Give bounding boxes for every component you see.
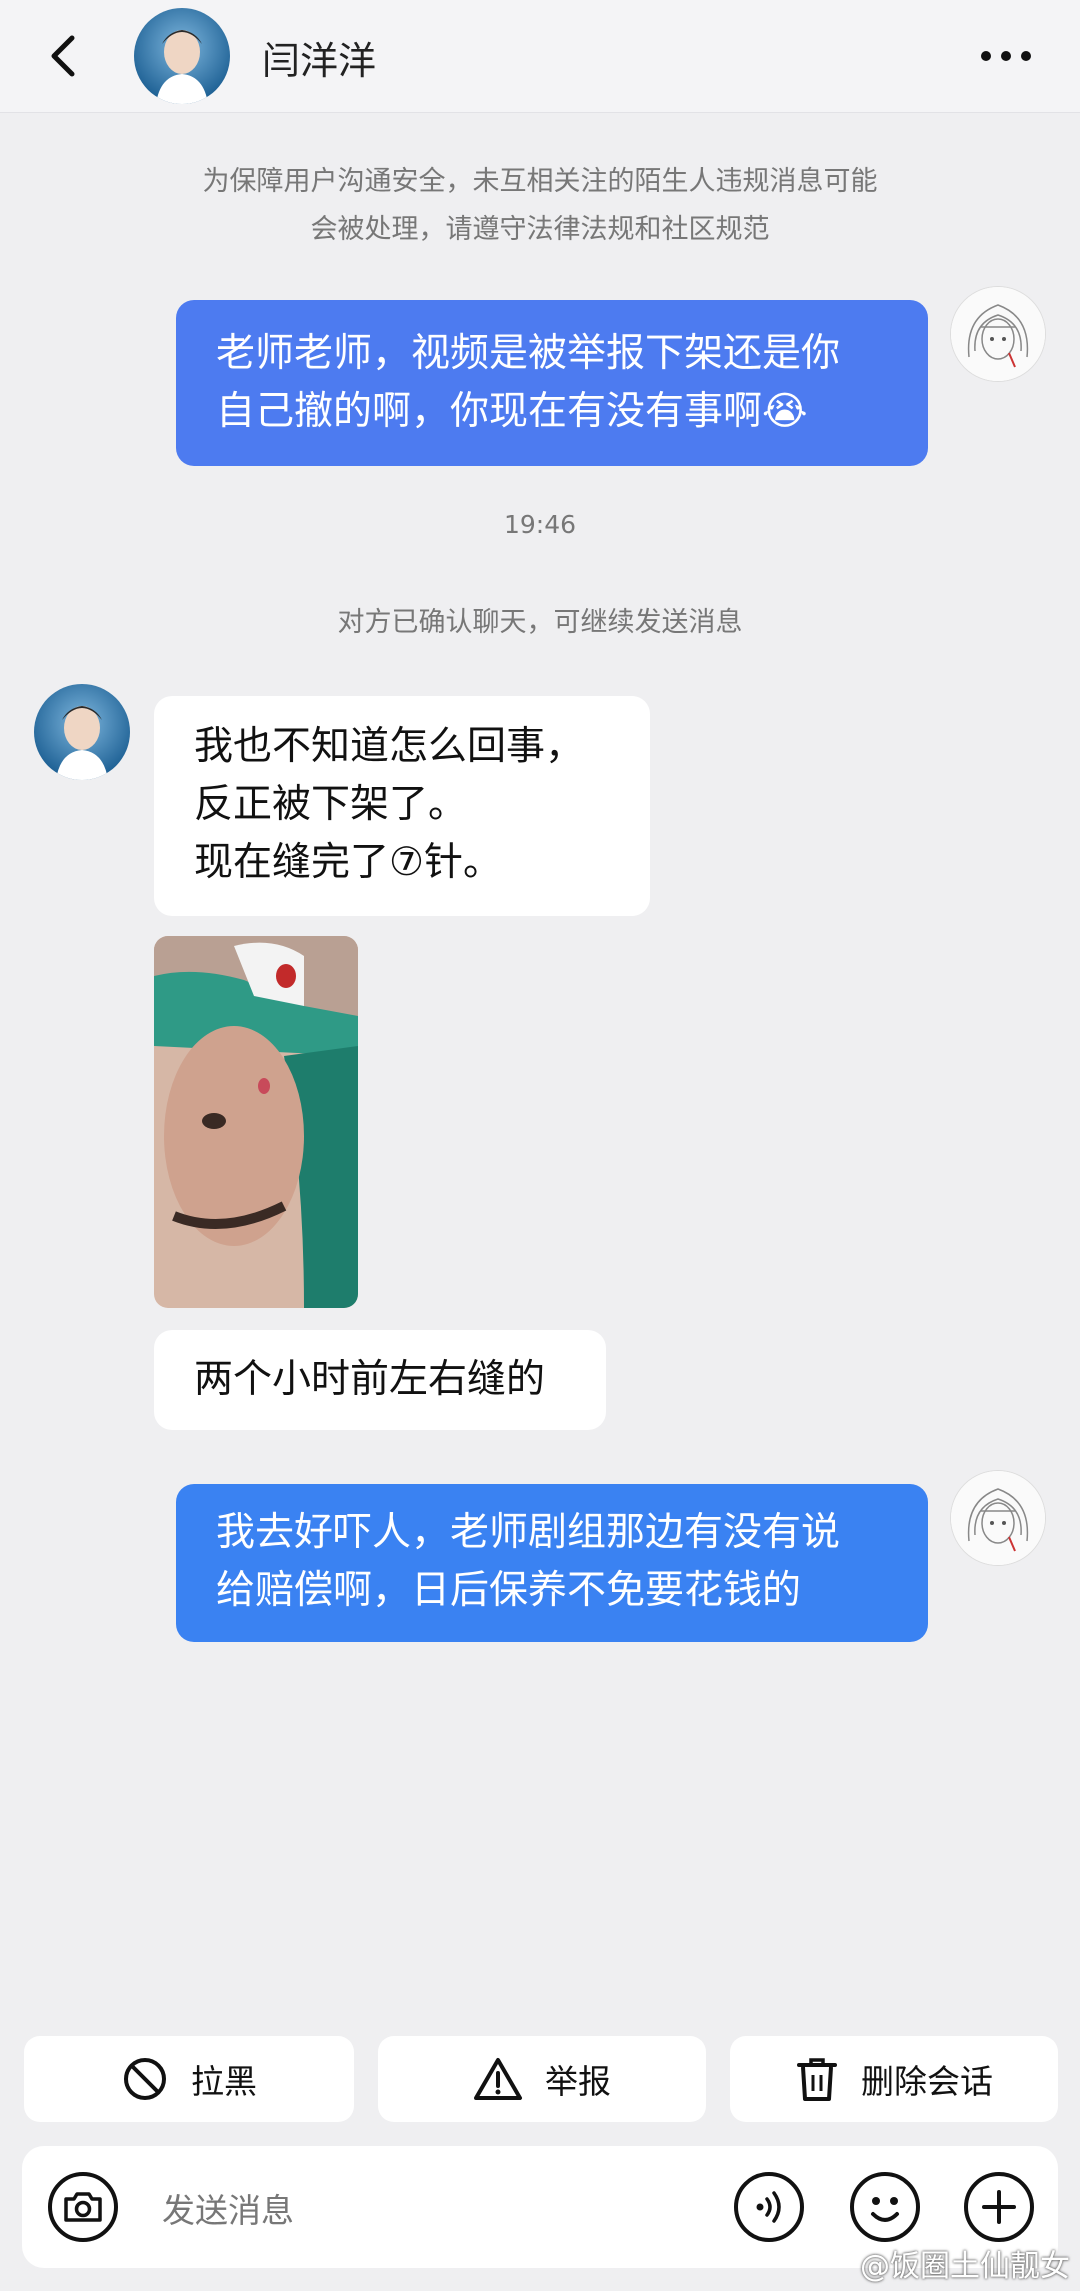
message-line: 老师老师，视频是被举报下架还是你 xyxy=(216,331,841,376)
message-line: 给赔偿啊，日后保养不免要花钱的 xyxy=(216,1568,802,1613)
notice-line: 为保障用户沟通安全，未互相关注的陌生人违规消息可能 xyxy=(202,166,878,197)
plus-button[interactable] xyxy=(962,2170,1036,2244)
contact-avatar[interactable] xyxy=(134,8,230,104)
system-message: 对方已确认聊天，可继续发送消息 xyxy=(337,607,743,638)
more-button[interactable] xyxy=(976,28,1036,84)
voice-icon xyxy=(734,2172,804,2242)
notice-line: 会被处理，请遵守法律法规和社区规范 xyxy=(310,214,770,245)
trash-icon xyxy=(797,2058,837,2101)
incoming-message-bubble[interactable]: 我也不知道怎么回事， 反正被下架了。 现在缝完了⑦针。 xyxy=(154,696,650,916)
self-avatar[interactable] xyxy=(950,1470,1046,1566)
block-label: 拉黑 xyxy=(191,2062,257,2101)
block-button[interactable]: 拉黑 xyxy=(24,2036,354,2122)
chevron-left-icon xyxy=(51,35,75,77)
voice-button[interactable] xyxy=(732,2170,806,2244)
watermark: @饭圈土仙靓女 xyxy=(860,2249,1070,2284)
emoji-icon xyxy=(850,2172,920,2242)
message-line: 我也不知道怎么回事， xyxy=(194,724,585,769)
message-line: 两个小时前左右缝的 xyxy=(194,1357,546,1402)
message-line: 现在缝完了⑦针。 xyxy=(194,840,502,885)
self-avatar[interactable] xyxy=(950,286,1046,382)
outgoing-message-bubble[interactable]: 老师老师，视频是被举报下架还是你 自己撤的啊，你现在有没有事啊😭 xyxy=(176,300,928,466)
warning-icon xyxy=(474,2058,522,2100)
report-button[interactable]: 举报 xyxy=(378,2036,706,2122)
outgoing-message-bubble[interactable]: 我去好吓人，老师剧组那边有没有说 给赔偿啊，日后保养不免要花钱的 xyxy=(176,1484,928,1642)
block-icon xyxy=(124,2058,166,2100)
incoming-message-bubble[interactable]: 两个小时前左右缝的 xyxy=(154,1330,606,1430)
photo-thumbnail xyxy=(154,936,358,1308)
contact-avatar[interactable] xyxy=(34,684,130,780)
message-timestamp: 19:46 xyxy=(503,510,577,539)
emoji-button[interactable] xyxy=(848,2170,922,2244)
delete-conversation-button[interactable]: 删除会话 xyxy=(730,2036,1058,2122)
message-input[interactable]: 发送消息 xyxy=(162,2184,294,2232)
safety-notice: 为保障用户沟通安全，未互相关注的陌生人违规消息可能 会被处理，请遵守法律法规和社… xyxy=(130,158,950,254)
photo-message[interactable] xyxy=(154,936,358,1308)
report-label: 举报 xyxy=(545,2062,611,2101)
message-line: 我去好吓人，老师剧组那边有没有说 xyxy=(216,1510,841,1555)
delete-conversation-label: 删除会话 xyxy=(861,2062,993,2101)
message-line: 反正被下架了。 xyxy=(194,782,468,827)
plus-icon xyxy=(964,2172,1034,2242)
back-button[interactable] xyxy=(40,28,90,84)
more-horizontal-icon xyxy=(981,51,1031,61)
contact-name: 闫洋洋 xyxy=(262,39,377,83)
camera-icon xyxy=(48,2172,118,2242)
message-line: 自己撤的啊，你现在有没有事啊😭 xyxy=(216,389,808,434)
camera-button[interactable] xyxy=(46,2170,120,2244)
